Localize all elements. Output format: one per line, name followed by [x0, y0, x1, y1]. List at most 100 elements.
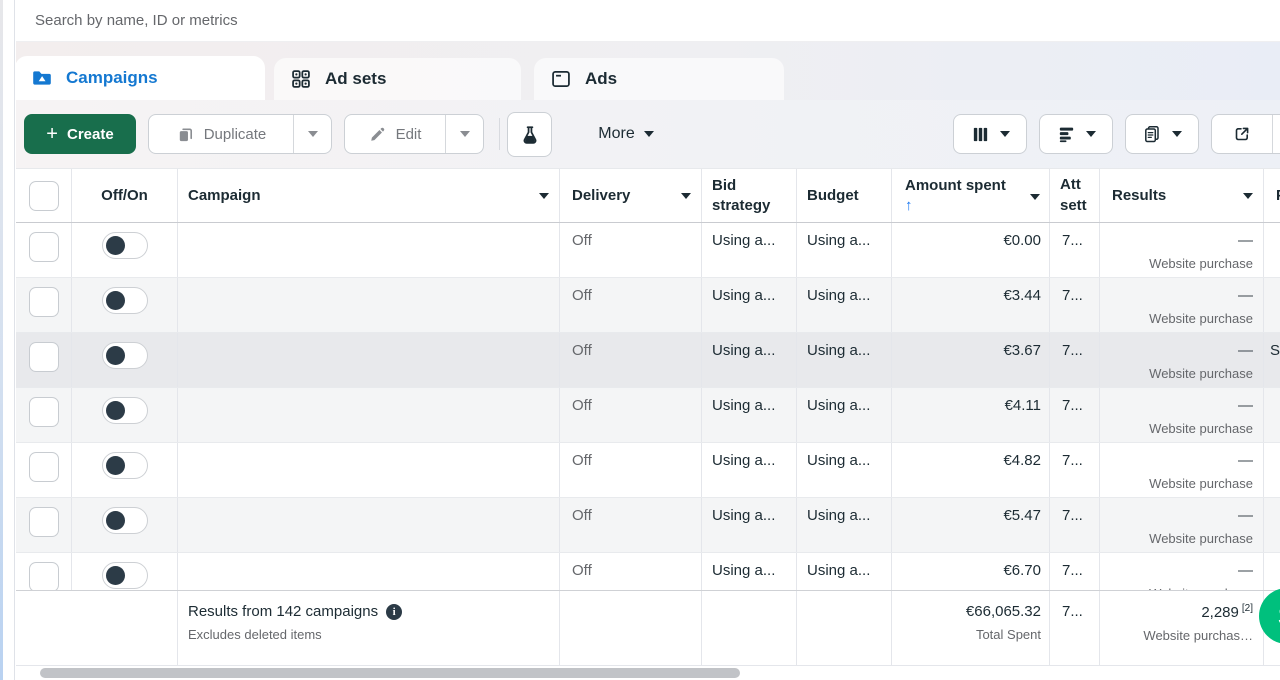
results-cell: — Website purchase — [1100, 498, 1264, 552]
more-button-label: More — [598, 125, 634, 143]
table-row[interactable]: Off Using a... Using a... €5.47 7... — W… — [16, 498, 1280, 553]
header-delivery-label: Delivery — [572, 187, 630, 204]
header-attribution-setting[interactable]: Att sett — [1050, 169, 1100, 222]
ab-test-button[interactable] — [507, 112, 552, 157]
duplicate-button[interactable]: Duplicate — [149, 115, 293, 153]
row-checkbox[interactable] — [29, 287, 59, 317]
more-button[interactable]: More — [574, 114, 678, 154]
amount-spent-cell: €3.44 — [892, 278, 1050, 332]
result-value: — — [1238, 507, 1253, 524]
tab-campaigns[interactable]: Campaigns — [15, 56, 265, 100]
table-row[interactable]: Off Using a... Using a... €4.11 7... — W… — [16, 388, 1280, 443]
chevron-down-icon[interactable] — [1030, 194, 1040, 200]
header-select-all-cell — [16, 169, 72, 222]
horizontal-scrollbar-thumb[interactable] — [40, 668, 740, 678]
columns-button[interactable] — [953, 114, 1027, 154]
footer-bid-cell — [702, 591, 797, 665]
duplicate-dropdown-button[interactable] — [293, 115, 331, 153]
campaign-toggle-off[interactable] — [102, 287, 148, 314]
export-dropdown-button[interactable] — [1272, 115, 1280, 153]
duplicate-split-button: Duplicate — [148, 114, 332, 154]
sort-ascending-icon[interactable]: ↑ — [905, 196, 913, 216]
create-button[interactable]: + Create — [24, 114, 136, 154]
edit-button[interactable]: Edit — [345, 115, 445, 153]
campaign-toggle-off[interactable] — [102, 452, 148, 479]
row-checkbox[interactable] — [29, 562, 59, 592]
breakdown-button[interactable] — [1039, 114, 1113, 154]
table-row[interactable]: Off Using a... Using a... €0.00 7... — W… — [16, 223, 1280, 278]
campaign-name-cell[interactable] — [178, 498, 560, 552]
clipped-column-cell — [1264, 223, 1280, 277]
budget-cell: Using a... — [797, 278, 892, 332]
header-amount-spent[interactable]: Amount spent ↑ — [892, 169, 1050, 222]
delivery-status: Off — [572, 507, 592, 524]
amount-spent-cell: €4.11 — [892, 388, 1050, 442]
chevron-down-icon[interactable] — [539, 193, 549, 199]
attribution-cell: 7... — [1050, 333, 1100, 387]
row-checkbox[interactable] — [29, 452, 59, 482]
campaigns-table: Off/On Campaign Delivery Bid strategy Bu… — [16, 168, 1280, 666]
header-campaign[interactable]: Campaign — [178, 169, 560, 222]
campaign-name-cell[interactable] — [178, 278, 560, 332]
result-value: — — [1238, 232, 1253, 249]
results-footnote-marker: [2] — [1242, 603, 1253, 614]
row-checkbox[interactable] — [29, 342, 59, 372]
header-budget[interactable]: Budget — [797, 169, 892, 222]
tab-adsets[interactable]: Ad sets — [274, 58, 521, 100]
delivery-status: Off — [572, 562, 592, 579]
results-cell: — Website purchase — [1100, 278, 1264, 332]
row-checkbox[interactable] — [29, 397, 59, 427]
chevron-down-icon — [1172, 131, 1182, 137]
budget-value: Using a... — [807, 232, 870, 249]
campaigns-folder-icon — [31, 67, 53, 89]
table-row[interactable]: Off Using a... Using a... €3.44 7... — W… — [16, 278, 1280, 333]
campaign-name-cell[interactable] — [178, 333, 560, 387]
tab-ads[interactable]: Ads — [534, 58, 784, 100]
row-checkbox[interactable] — [29, 232, 59, 262]
campaign-toggle-off[interactable] — [102, 342, 148, 369]
export-button[interactable] — [1212, 115, 1272, 153]
campaign-name-cell[interactable] — [178, 223, 560, 277]
left-panel-edge — [0, 0, 15, 680]
header-delivery[interactable]: Delivery — [560, 169, 702, 222]
bid-strategy-value: Using a... — [712, 507, 775, 524]
row-checkbox[interactable] — [29, 507, 59, 537]
attribution-value: 7... — [1062, 397, 1083, 414]
header-results[interactable]: Results — [1100, 169, 1264, 222]
search-input[interactable] — [16, 0, 1280, 41]
row-toggle-cell — [72, 443, 178, 497]
results-total-value: 2,289 — [1201, 604, 1239, 621]
info-icon[interactable]: i — [386, 604, 402, 620]
header-results-label: Results — [1112, 187, 1166, 204]
export-split-button — [1211, 114, 1280, 154]
table-row[interactable]: Off Using a... Using a... €3.67 7... — W… — [16, 333, 1280, 388]
campaign-toggle-off[interactable] — [102, 397, 148, 424]
bid-strategy-cell: Using a... — [702, 278, 797, 332]
header-off-on-label: Off/On — [101, 187, 148, 204]
select-all-checkbox[interactable] — [29, 181, 59, 211]
table-row[interactable]: Off Using a... Using a... €4.82 7... — W… — [16, 443, 1280, 498]
reports-button[interactable] — [1125, 114, 1199, 154]
horizontal-scrollbar-track[interactable] — [16, 666, 1280, 680]
reports-icon — [1142, 124, 1162, 144]
attribution-value: 7... — [1062, 452, 1083, 469]
footer-summary-cell: Results from 142 campaigns i Excludes de… — [178, 591, 560, 665]
row-check-cell — [16, 498, 72, 552]
amount-spent-value: €3.67 — [1003, 342, 1041, 359]
campaign-toggle-off[interactable] — [102, 232, 148, 259]
campaign-name-cell[interactable] — [178, 443, 560, 497]
budget-cell: Using a... — [797, 443, 892, 497]
header-bid-strategy[interactable]: Bid strategy — [702, 169, 797, 222]
campaign-toggle-off[interactable] — [102, 562, 148, 589]
header-amount-spent-label: Amount spent — [905, 176, 1006, 196]
edit-dropdown-button[interactable] — [445, 115, 483, 153]
left-panel-scrollbar[interactable] — [0, 0, 3, 680]
result-type: Website purchase — [1149, 476, 1253, 491]
amount-spent-value: €5.47 — [1003, 507, 1041, 524]
chevron-down-icon[interactable] — [681, 193, 691, 199]
chevron-down-icon[interactable] — [1243, 193, 1253, 199]
campaign-name-cell[interactable] — [178, 388, 560, 442]
header-attribution-line1: Att — [1060, 175, 1081, 195]
attribution-value: 7... — [1062, 342, 1083, 359]
campaign-toggle-off[interactable] — [102, 507, 148, 534]
